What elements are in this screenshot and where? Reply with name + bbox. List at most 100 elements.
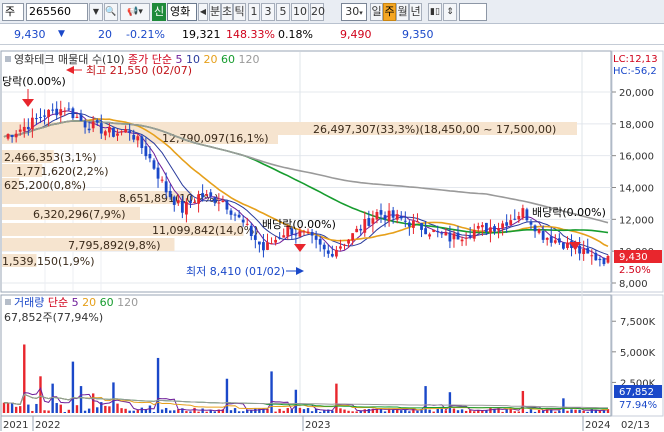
period-button-4[interactable]: 3: [261, 3, 275, 21]
candle-body: [529, 221, 533, 225]
candle-body: [148, 153, 152, 159]
volume-profile-label: 1,771,620(2,2%): [16, 165, 109, 178]
period-button-2[interactable]: 틱: [233, 3, 246, 21]
legend-toggle-icon[interactable]: [5, 56, 11, 62]
candle-body: [176, 200, 180, 203]
alert-icon[interactable]: 📢▾: [120, 3, 150, 21]
volume-bar: [185, 411, 188, 413]
candle-body: [91, 121, 95, 129]
candle-body: [164, 181, 168, 193]
candle-body: [144, 146, 148, 157]
candle-body: [233, 214, 237, 216]
timeframe-button-3[interactable]: 년: [409, 3, 422, 21]
volume-bar: [35, 403, 38, 413]
volume-bar: [323, 410, 326, 413]
candle-body: [460, 239, 464, 242]
stock-chart[interactable]: 26,497,307(33,3%)(18,450,00 ~ 17,500,00)…: [0, 47, 664, 432]
period-button-3[interactable]: 1: [248, 3, 260, 21]
interval-select[interactable]: 30▾: [341, 3, 367, 21]
volume-bar: [173, 410, 176, 413]
volume-bar: [91, 393, 95, 413]
ex-div-label-3: 배당락(0.00%): [532, 206, 606, 219]
candle-body: [383, 215, 387, 220]
dropdown-icon[interactable]: ▼: [89, 3, 103, 21]
candle-body: [221, 200, 225, 202]
candle-body: [168, 190, 172, 198]
volume-bar: [71, 361, 75, 413]
candle-body: [464, 237, 468, 239]
interval-value: 30: [345, 5, 360, 18]
candle-body: [39, 117, 42, 119]
volume-profile-label: 625,200(0,8%): [4, 179, 86, 192]
volume-bar: [562, 398, 565, 413]
candle-body: [266, 242, 269, 250]
volume-profile-label: 6,320,296(7,9%): [33, 208, 126, 221]
timeframe-button-0[interactable]: 일: [370, 3, 383, 21]
candle-body: [160, 179, 164, 181]
candle-body: [541, 231, 545, 240]
candle-body: [326, 250, 330, 254]
candle-body: [10, 134, 14, 138]
timeframe-button-2[interactable]: 월: [396, 3, 409, 21]
volume-bar: [116, 403, 119, 413]
volume-bar: [517, 411, 521, 413]
timeframe-button-1[interactable]: 주: [383, 3, 396, 21]
candle-body: [456, 232, 460, 240]
volume-bar: [525, 411, 529, 413]
candle-body: [103, 131, 107, 136]
period-button-1[interactable]: 초: [221, 3, 233, 21]
quote-bar: 9,430 ▼ 20 -0.21% 19,321 148.33% 0.18% 9…: [0, 25, 664, 45]
price-legend[interactable]: 영화테크 매물대 수(10) 종가 단순 5 10 20 60 120: [14, 53, 260, 66]
market-select[interactable]: 주: [2, 3, 24, 21]
candle-body: [75, 116, 79, 118]
candle-body: [205, 194, 209, 196]
candle-body: [294, 234, 298, 236]
volume-legend[interactable]: 거래량 단순 5 20 60 120: [14, 296, 138, 309]
code-input[interactable]: 265560: [26, 3, 88, 21]
volume-profile-label: 11,099,842(14,0%): [152, 224, 259, 237]
candle-body: [517, 216, 521, 220]
volume-bar: [578, 409, 581, 413]
volume-legend-toggle-icon[interactable]: [5, 299, 11, 305]
volume-bar: [75, 405, 79, 413]
period-button-7[interactable]: 20: [310, 3, 325, 21]
candle-body: [270, 243, 273, 245]
candle-body: [525, 209, 529, 221]
volume-bar: [27, 404, 30, 413]
candle-body: [306, 231, 310, 234]
volume-bar: [473, 411, 476, 413]
volume-bar: [590, 408, 593, 413]
candle-body: [120, 131, 123, 133]
volume-bar: [302, 409, 306, 413]
candle-body: [249, 225, 253, 237]
period-button-0[interactable]: 분: [209, 3, 221, 21]
volume-bar: [598, 410, 602, 413]
prev-icon[interactable]: ◀: [198, 3, 208, 21]
candle-body: [420, 223, 423, 230]
candle-body: [79, 114, 83, 121]
volume-bar: [225, 378, 229, 413]
search-icon[interactable]: 🔍: [104, 3, 118, 21]
volume-bar: [164, 407, 168, 413]
candle-body: [18, 129, 22, 132]
stock-name-field[interactable]: 영화: [167, 3, 197, 21]
scroll-updown-icon[interactable]: ⇕: [443, 3, 457, 21]
price-legend-ma-60: 60: [221, 53, 239, 66]
period-button-5[interactable]: 5: [276, 3, 290, 21]
volume-bar: [55, 403, 58, 413]
volume-last-label: 67,852주(77,94%): [4, 311, 103, 324]
volume-bar: [582, 410, 585, 413]
candle-body: [318, 239, 322, 245]
period-button-6[interactable]: 10: [291, 3, 309, 21]
volume-bar: [31, 410, 34, 413]
volume-bar: [47, 410, 50, 413]
count-input[interactable]: [459, 3, 487, 21]
candle-body: [355, 228, 359, 233]
volume-bar: [160, 409, 164, 413]
period-range-icon[interactable]: ▮▯: [428, 3, 442, 21]
candle-body: [416, 221, 419, 223]
ex-div-label-1: 당락(0.00%): [2, 75, 66, 88]
candle-body: [412, 220, 415, 228]
candle-body: [424, 228, 427, 235]
candle-body: [193, 201, 196, 203]
